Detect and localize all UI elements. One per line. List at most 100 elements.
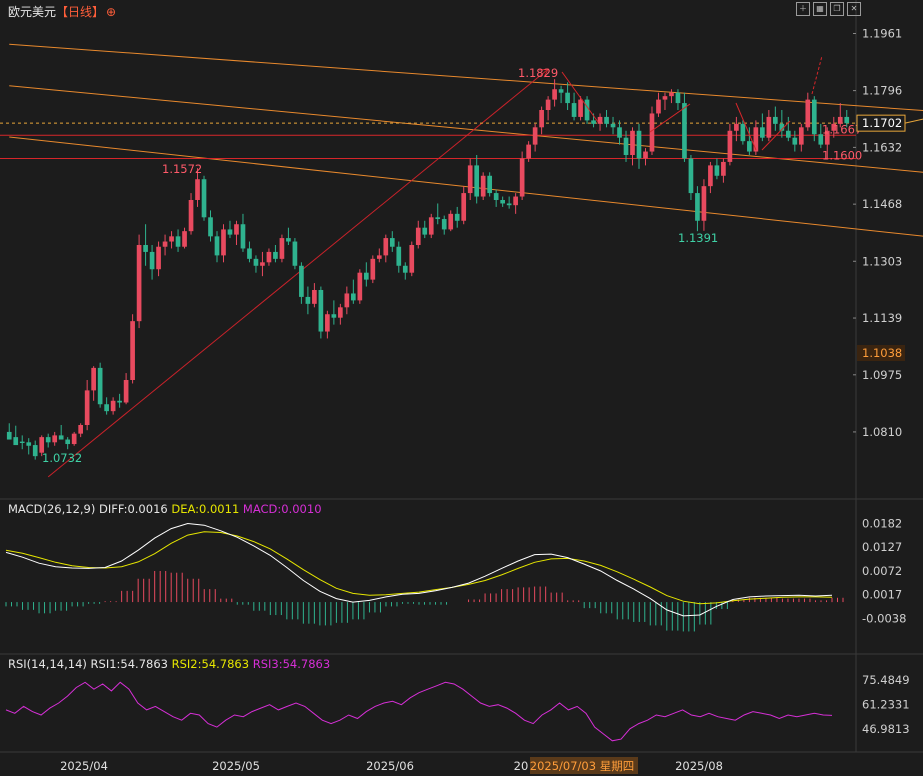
candle-body <box>480 175 486 197</box>
candle-body <box>6 431 12 440</box>
price-axis-tick: 1.1961 <box>862 27 902 41</box>
candle-body <box>506 203 512 206</box>
candle-body <box>643 151 648 159</box>
candle-body <box>221 229 226 256</box>
candle-body <box>682 103 687 159</box>
candle-body <box>623 137 629 155</box>
candle-body <box>519 158 525 197</box>
candle-body <box>104 404 109 412</box>
period-label[interactable]: 【日线】 <box>56 5 104 19</box>
price-axis-tick: 1.0975 <box>862 368 902 382</box>
rsi-title: RSI(14,14,14) <box>8 657 87 671</box>
channel-mid-1 <box>9 85 923 173</box>
candle-body <box>487 175 493 194</box>
candle-body <box>493 193 499 200</box>
candle-body <box>552 89 557 100</box>
candle-body <box>247 248 252 259</box>
x-axis-tick: 2025/04 <box>60 759 108 773</box>
candle-body <box>740 123 746 142</box>
dea-value: DEA:0.0011 <box>171 502 240 516</box>
rsi2-value: RSI2:54.7863 <box>171 657 250 671</box>
add-indicator-icon[interactable]: ⊕ <box>106 5 116 19</box>
candle-body <box>318 290 324 332</box>
x-axis-tick: 20 <box>514 759 529 773</box>
x-axis-tick: 2025/08 <box>675 759 723 773</box>
candle-body <box>649 113 655 152</box>
candle-body <box>428 217 434 235</box>
price-axis-tick: 1.0810 <box>862 425 902 439</box>
channel-upper <box>9 43 923 112</box>
price-axis-tick: 1.1632 <box>862 140 902 154</box>
candle-body <box>273 251 278 259</box>
candle-body <box>766 116 772 138</box>
candle-body <box>130 321 135 380</box>
low-annotation: 1.1391 <box>678 231 718 245</box>
candle-body <box>714 165 720 176</box>
candle-body <box>91 367 96 391</box>
candle-body <box>305 296 311 304</box>
add-window-icon[interactable]: ＋ <box>796 2 810 16</box>
candle-body <box>753 127 759 152</box>
macd-legend: MACD(26,12,9) DIFF:0.0016 DEA:0.0011 MAC… <box>8 502 322 516</box>
candle-body <box>571 103 577 117</box>
candle-body <box>467 165 473 194</box>
level-annotation: 1.1600 <box>822 148 862 162</box>
candle-body <box>71 433 77 445</box>
candle-body <box>19 441 25 443</box>
candle-body <box>325 314 330 332</box>
candle-body <box>591 120 596 124</box>
candle-body <box>448 213 454 230</box>
candle-body <box>299 265 304 297</box>
candle-body <box>188 200 194 232</box>
candle-body <box>584 99 590 121</box>
candle-body <box>169 236 174 242</box>
projection-arrow <box>811 55 823 95</box>
restore-icon[interactable]: ❐ <box>830 2 844 16</box>
candle-body <box>669 92 674 97</box>
candle-body <box>65 439 71 445</box>
candle-body <box>811 99 817 135</box>
diff-line <box>5 522 833 617</box>
rsi-axis-tick: 46.9813 <box>862 722 910 736</box>
candle-body <box>798 127 804 145</box>
candle-body <box>370 258 376 280</box>
candle-body <box>610 123 616 128</box>
level-annotation: 1.1667 <box>822 122 862 136</box>
candle-body <box>13 437 19 446</box>
candle-body <box>201 179 207 218</box>
candle-body <box>558 89 564 93</box>
candle-body <box>357 272 363 301</box>
candle-body <box>513 196 518 206</box>
candle-body <box>97 367 103 405</box>
macd-axis-tick: 0.0127 <box>862 540 902 554</box>
candle-body <box>182 231 187 247</box>
candle-body <box>363 272 369 280</box>
candle-body <box>805 99 811 128</box>
candle-body <box>539 110 544 128</box>
rsi-axis-tick: 75.4849 <box>862 673 910 687</box>
rsi-axis-tick: 61.2331 <box>862 697 910 711</box>
x-axis-tick: 2025/05 <box>212 759 260 773</box>
candle-body <box>630 130 635 155</box>
chart-header: 欧元美元【日线】 ⊕ <box>8 3 116 20</box>
rsi3-value: RSI3:54.7863 <box>252 657 331 671</box>
candle-body <box>708 165 713 187</box>
candle-body <box>286 238 291 242</box>
candle-body <box>578 99 583 117</box>
candle-body <box>156 246 161 270</box>
macd-axis-tick: -0.0038 <box>862 611 906 625</box>
last-price-pointer <box>904 118 923 124</box>
candle-body <box>675 92 681 104</box>
candle-body <box>532 127 538 145</box>
candle-body <box>785 130 791 138</box>
diff-value: DIFF:0.0016 <box>99 502 168 516</box>
candle-body <box>734 123 739 131</box>
candle-body <box>474 165 480 197</box>
candle-body <box>52 435 58 443</box>
candle-body <box>760 127 765 138</box>
candle-body <box>695 193 700 221</box>
layout-icon[interactable]: ▦ <box>813 2 827 16</box>
close-icon[interactable]: ✕ <box>847 2 861 16</box>
rsi-line <box>5 681 833 742</box>
candle-body <box>636 130 642 159</box>
